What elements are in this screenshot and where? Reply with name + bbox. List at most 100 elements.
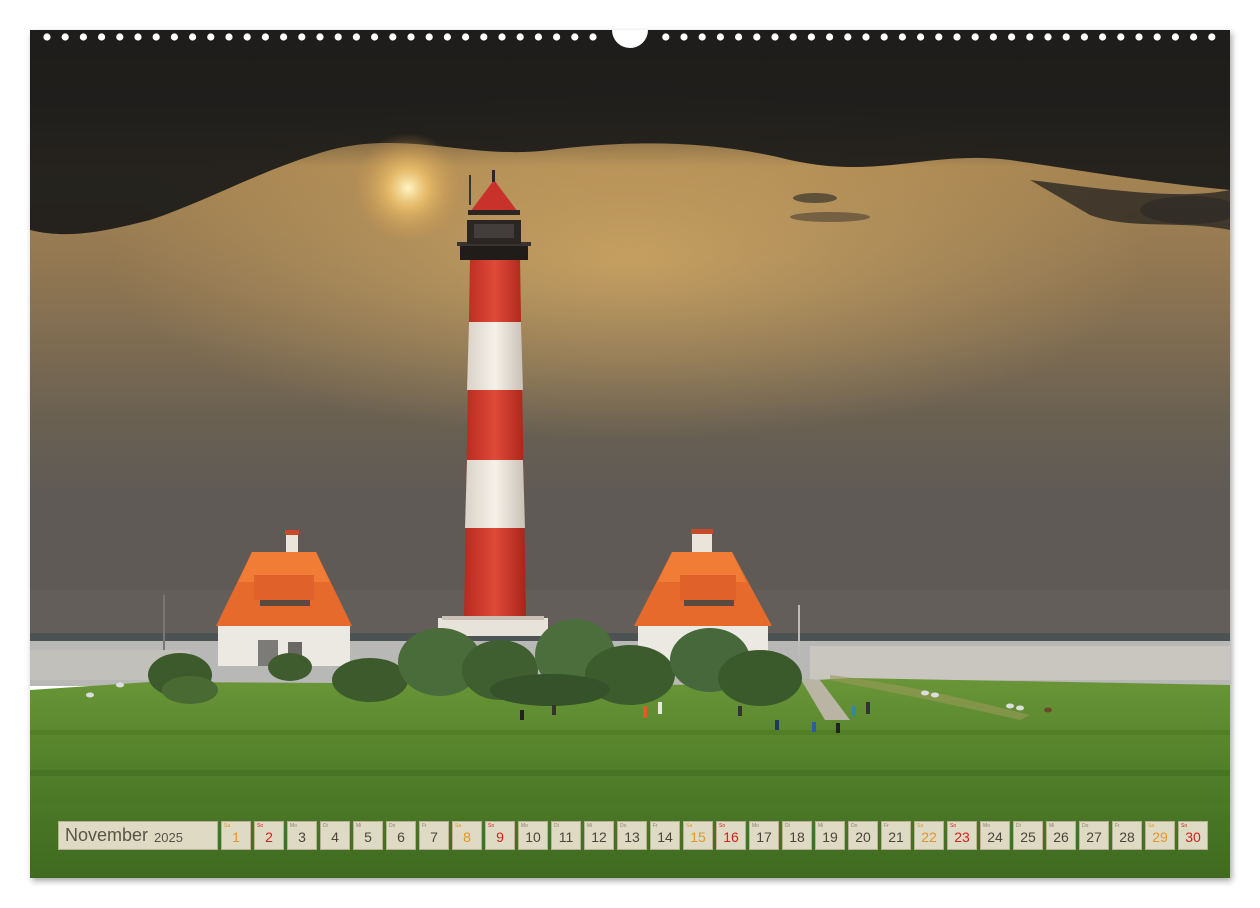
binding-hole [261,33,269,41]
day-number: 28 [1119,829,1135,845]
day-number: 27 [1086,829,1102,845]
binding-hole [280,33,288,41]
binding-hole [1171,33,1179,41]
day-cell: Di 25 [1013,821,1043,850]
binding-hole [1208,33,1216,41]
day-number: 24 [987,829,1003,845]
day-cell: Mo 17 [749,821,779,850]
day-number: 4 [331,829,339,845]
binding-hole [352,33,360,41]
binding-hole [407,33,415,41]
day-number: 18 [789,829,805,845]
day-cell: Do 20 [848,821,878,850]
binding-hole [589,33,597,41]
binding-hole [1026,33,1034,41]
day-cell: Di 4 [320,821,350,850]
spiral-binding-icon [43,30,1216,48]
binding-hole [1099,33,1107,41]
month-name: November [65,825,149,845]
day-number: 26 [1053,829,1069,845]
day-cell: Do 6 [386,821,416,850]
binding-hole [1080,33,1088,41]
binding-hole [862,33,870,41]
binding-hole [1117,33,1125,41]
day-cell: Mi 5 [353,821,383,850]
day-cell: Mo 24 [980,821,1010,850]
day-cell: Fr 28 [1112,821,1142,850]
binding-hole [571,33,579,41]
binding-hole [698,33,706,41]
day-number: 1 [232,829,240,845]
binding-hole [789,33,797,41]
day-cell: So 23 [947,821,977,850]
day-number: 7 [430,829,438,845]
binding-hole [935,33,943,41]
binding-hole [826,33,834,41]
binding-hole [243,33,251,41]
binding-hole [79,33,87,41]
day-cell: Sa 22 [914,821,944,850]
day-cell: Sa 8 [452,821,482,850]
binding-hole [880,33,888,41]
binding-hole [1044,33,1052,41]
binding-hole [807,33,816,41]
binding-hole [1062,33,1070,41]
day-number: 11 [558,829,574,845]
binding-hole [207,33,215,41]
binding-hole [134,33,142,41]
binding-hole [953,33,961,41]
binding-hole [389,33,397,41]
day-number: 13 [624,829,640,845]
day-number: 9 [496,829,504,845]
day-number: 15 [690,829,706,845]
day-cell: Di 11 [551,821,581,850]
binding-hole [98,33,106,41]
binding-hole [170,33,178,41]
day-cell: Do 13 [617,821,647,850]
binding-hole [753,33,761,41]
day-number: 3 [298,829,306,845]
day-number: 23 [954,829,970,845]
month-label: November 2025 [58,821,218,850]
day-number: 8 [463,829,471,845]
binding-hole [462,33,470,41]
day-cell: Mo 10 [518,821,548,850]
day-cells: Sa 1 So 2 Mo 3 Di 4 Mi 5 Do 6 Fr 7 Sa 8 So 9 Mo 10 Di 11 Mi 12 D… [221,821,1208,850]
day-number: 10 [525,829,541,845]
binding-hole [316,33,324,41]
binding-hole [1135,33,1143,41]
day-cell: So 30 [1178,821,1208,850]
binding-hole [189,33,197,41]
day-number: 17 [756,829,772,845]
day-number: 14 [657,829,673,845]
binding-hole [662,33,670,41]
binding-hole [225,33,233,41]
day-number: 19 [822,829,838,845]
binding-hole [334,33,342,41]
binding-hole [61,33,69,41]
day-cell: Fr 14 [650,821,680,850]
binding-hole [553,33,561,41]
day-number: 25 [1020,829,1036,845]
day-number: 2 [265,829,273,845]
day-cell: So 16 [716,821,746,850]
day-number: 5 [364,829,372,845]
day-cell: So 9 [485,821,515,850]
day-cell: Mo 3 [287,821,317,850]
binding-hole [1008,33,1016,41]
lighthouse-photo [30,30,1230,878]
day-cell: Mi 12 [584,821,614,850]
binding-hole [971,33,979,41]
binding-hole [917,33,925,41]
day-number: 30 [1185,829,1201,845]
binding-hole [534,33,543,41]
binding-hole [480,33,488,41]
calendar-page [30,30,1230,878]
binding-hole [371,33,379,41]
binding-hole [516,33,524,41]
binding-hole [1153,33,1161,41]
day-number: 6 [397,829,405,845]
binding-hole [771,33,779,41]
binding-hole [298,33,306,41]
binding-hole [1190,33,1198,41]
